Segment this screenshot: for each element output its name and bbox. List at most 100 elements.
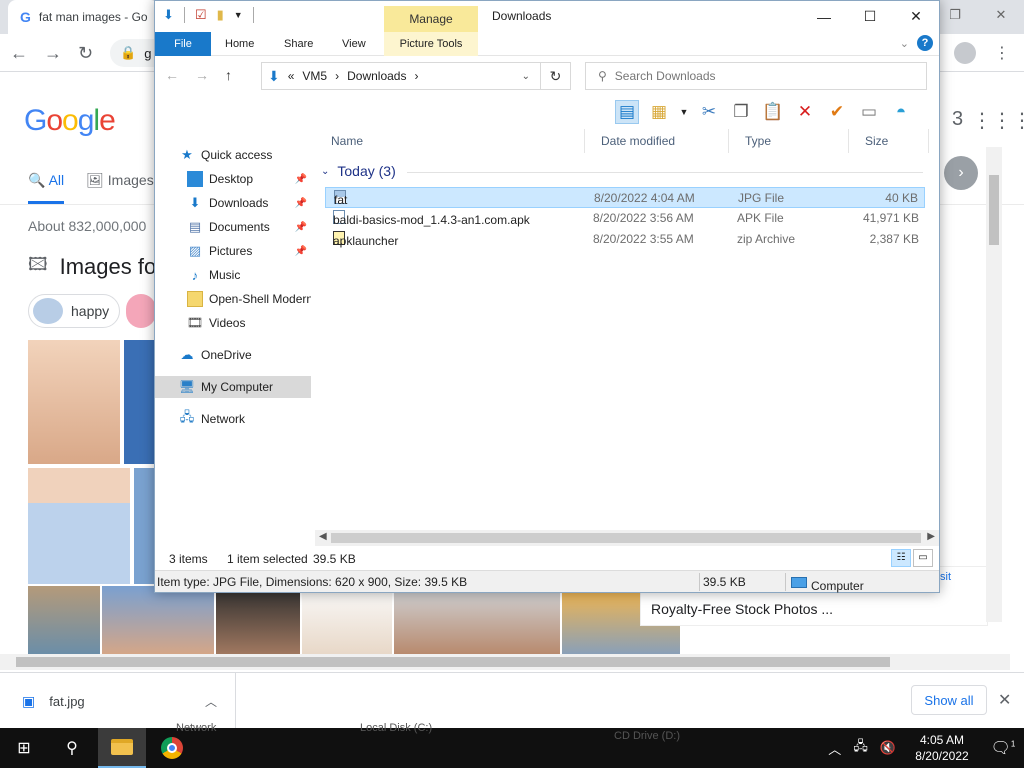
down-arrow-icon[interactable]: ⬇ — [163, 7, 174, 23]
chrome-menu-icon[interactable]: ⋮ — [994, 43, 1010, 63]
qat-dropdown-icon[interactable]: ▼ — [234, 10, 243, 20]
search-button[interactable]: ⚲ — [48, 728, 96, 768]
group-header-today[interactable]: ⌄ Today (3) — [321, 163, 396, 179]
image-result[interactable] — [394, 586, 560, 654]
copy-icon[interactable]: ❐ — [729, 100, 753, 124]
show-all-button[interactable]: Show all — [911, 685, 987, 715]
column-header-name[interactable]: Name — [315, 129, 585, 153]
reload-icon[interactable]: ↻ — [78, 43, 93, 64]
nav-onedrive[interactable]: ☁ OneDrive — [155, 344, 311, 366]
tab-picture-tools[interactable]: Picture Tools — [384, 32, 478, 56]
image-result[interactable] — [102, 586, 214, 654]
image-result[interactable] — [216, 586, 300, 654]
close-icon[interactable]: ✕ — [998, 690, 1011, 710]
pin-icon[interactable]: 📌 — [295, 174, 307, 185]
new-folder-icon[interactable]: ▮ — [217, 7, 224, 23]
scroll-thumb[interactable] — [16, 657, 890, 667]
start-button[interactable]: ⊞ — [0, 728, 48, 768]
nav-documents[interactable]: ▤ Documents 📌 — [155, 216, 311, 238]
forward-icon[interactable]: → — [44, 43, 62, 64]
nav-my-computer[interactable]: 🖥 My Computer — [155, 376, 311, 398]
delete-icon[interactable]: ✕ — [793, 100, 817, 124]
ribbon-expand-icon[interactable]: ⌄ — [900, 37, 909, 50]
manage-contextual-tab[interactable]: Manage — [384, 6, 478, 32]
large-icons-view-icon[interactable]: ▭ — [913, 549, 933, 567]
nav-quick-access[interactable]: ★ Quick access — [155, 144, 311, 166]
chip-next[interactable] — [126, 294, 156, 328]
scroll-thumb[interactable] — [331, 533, 921, 543]
details-view-icon[interactable]: ☷ — [891, 549, 911, 567]
properties-icon[interactable]: ☑ — [195, 7, 207, 23]
scroll-right-icon[interactable]: ▶ — [927, 531, 935, 542]
properties-icon[interactable]: ▭ — [857, 100, 881, 124]
apps-grid-icon[interactable]: ⋮⋮⋮ — [972, 108, 1024, 133]
column-header-size[interactable]: Size — [849, 129, 929, 153]
breadcrumb-vm5[interactable]: VM5 — [302, 69, 327, 83]
chip-happy[interactable]: happy — [28, 294, 120, 328]
checkmark-icon[interactable]: ✔ — [825, 100, 849, 124]
nav-network[interactable]: 🖧 Network — [155, 408, 311, 430]
column-header-type[interactable]: Type — [729, 129, 849, 153]
file-row[interactable]: apklauncher 8/20/2022 3:55 AM zip Archiv… — [325, 229, 925, 250]
volume-muted-icon[interactable]: 🔇 — [874, 740, 902, 756]
visit-link[interactable]: sit — [940, 571, 951, 583]
nav-desktop[interactable]: Desktop 📌 — [155, 168, 311, 190]
maximize-icon[interactable]: ☐ — [847, 1, 893, 32]
nav-videos[interactable]: 🎞 Videos — [155, 312, 311, 334]
image-result[interactable] — [134, 468, 154, 584]
forward-icon[interactable]: → — [195, 67, 209, 83]
image-result[interactable] — [302, 586, 392, 654]
image-result[interactable] — [28, 586, 100, 654]
paste-icon[interactable]: 📋 — [761, 100, 785, 124]
nav-music[interactable]: ♪ Music — [155, 264, 311, 286]
taskbar-chrome[interactable] — [148, 728, 196, 768]
pin-icon[interactable]: 📌 — [295, 246, 307, 257]
breadcrumb-downloads[interactable]: Downloads — [347, 69, 406, 83]
page-vertical-scrollbar[interactable] — [986, 147, 1002, 622]
pin-icon[interactable]: 📌 — [295, 198, 307, 209]
minimize-icon[interactable]: — — [801, 1, 847, 32]
nav-downloads[interactable]: ⬇ Downloads 📌 — [155, 192, 311, 214]
search-box[interactable]: ⚲ Search Downloads — [585, 62, 927, 90]
back-icon[interactable]: ← — [165, 67, 179, 83]
image-result[interactable] — [124, 340, 154, 464]
notification-center-icon[interactable]: 🗨1 — [982, 738, 1024, 758]
image-result[interactable] — [28, 468, 130, 584]
download-item[interactable]: ▣ fat.jpg ︿ — [0, 673, 236, 729]
nav-openshell[interactable]: Open-Shell Modern — [155, 288, 311, 310]
close-icon[interactable]: ✕ — [893, 1, 939, 32]
address-bar[interactable]: ⬇ « VM5 › Downloads › ⌄ — [261, 62, 541, 90]
nav-pictures[interactable]: ▨ Pictures 📌 — [155, 240, 311, 262]
taskbar-file-explorer[interactable] — [98, 728, 146, 768]
tab-all[interactable]: 🔍 All — [28, 172, 65, 204]
address-prefix[interactable]: « — [288, 69, 295, 83]
chevron-up-icon[interactable]: ︿ — [822, 739, 847, 758]
scroll-left-icon[interactable]: ◀ — [319, 531, 327, 542]
pin-icon[interactable]: 📌 — [295, 222, 307, 233]
cut-icon[interactable]: ✂ — [697, 100, 721, 124]
google-logo[interactable]: Google — [24, 104, 116, 138]
tab-view[interactable]: View — [330, 32, 378, 56]
image-result[interactable] — [28, 340, 120, 464]
file-list-horizontal-scrollbar[interactable]: ◀ ▶ — [315, 530, 939, 546]
help-icon[interactable]: ? — [917, 35, 933, 51]
clock[interactable]: 4:05 AM 8/20/2022 — [902, 732, 982, 764]
tab-images[interactable]: 🖼 Images — [86, 172, 154, 204]
preview-pane-icon[interactable]: ▤ — [615, 100, 639, 124]
column-header-date-modified[interactable]: Date modified — [585, 129, 729, 153]
back-icon[interactable]: ← — [10, 43, 28, 64]
tab-home[interactable]: Home — [213, 32, 266, 56]
chrome-close-icon[interactable]: ✕ — [978, 0, 1024, 30]
organize-icon[interactable]: ▦ — [647, 100, 671, 124]
tab-file[interactable]: File — [155, 32, 211, 56]
page-horizontal-scrollbar[interactable] — [0, 654, 1010, 670]
organize-dropdown-icon[interactable]: ▼ — [679, 100, 689, 124]
refresh-icon[interactable]: ↻ — [541, 62, 571, 90]
file-row[interactable]: fat 8/20/2022 4:04 AM JPG File 40 KB — [325, 187, 925, 208]
address-dropdown-icon[interactable]: ⌄ — [522, 71, 530, 82]
network-icon[interactable]: 🖧 — [847, 737, 874, 759]
carousel-next-icon[interactable]: › — [944, 156, 978, 190]
chrome-tab[interactable]: G fat man images - Go — [8, 0, 158, 34]
profile-avatar-icon[interactable] — [954, 42, 976, 64]
file-row[interactable]: baldi-basics-mod_1.4.3-an1.com.apk 8/20/… — [325, 208, 925, 229]
